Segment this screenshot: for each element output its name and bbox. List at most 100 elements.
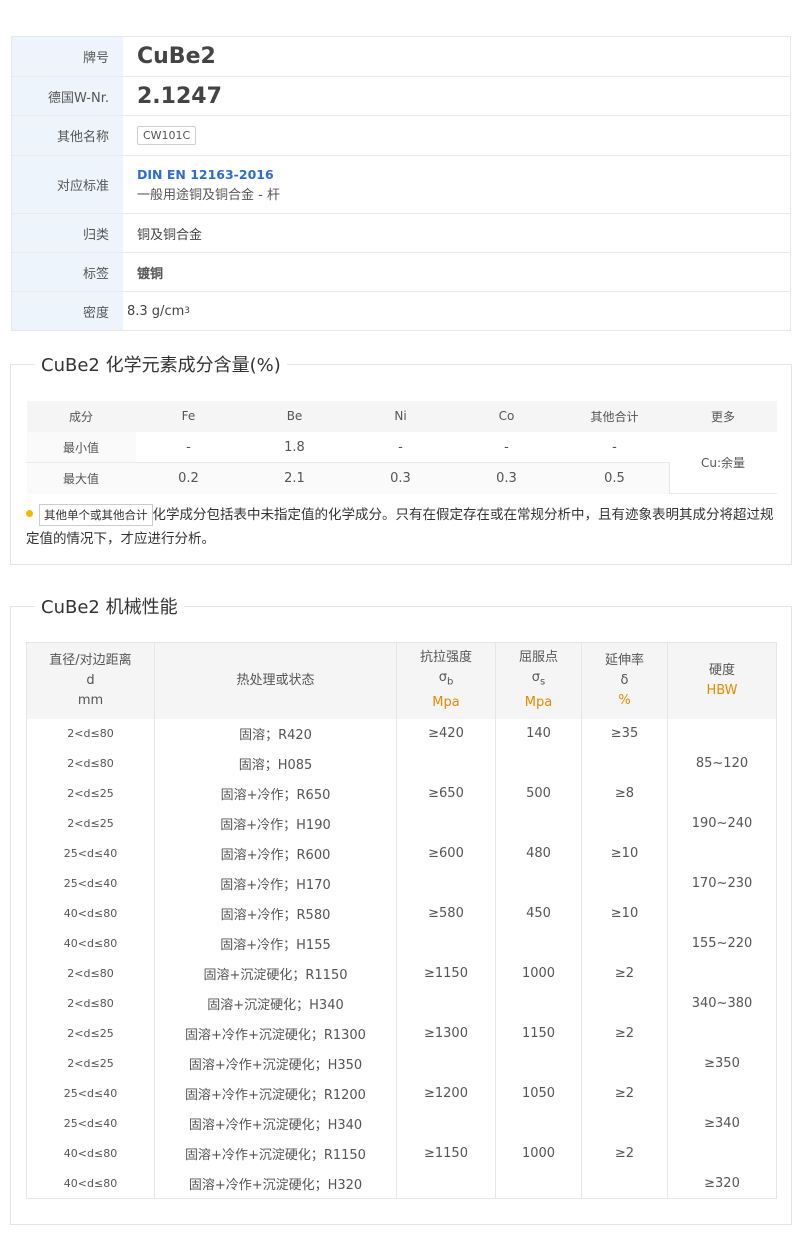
tensile-cell: ≥650 — [396, 778, 496, 809]
header-yield-sub: s — [540, 677, 546, 689]
density-value: 8.3 g/cm — [127, 303, 185, 319]
condition-cell: 固溶+沉淀硬化；R1150 — [154, 958, 397, 989]
chemical-composition-panel: CuBe2 化学元素成分含量(%) 成分 Fe Be Ni Co 其他合计 更多… — [10, 351, 792, 565]
chem-header: 其他合计 — [559, 400, 670, 432]
elongation-cell — [581, 1108, 668, 1139]
standard-description: 一般用途铜及铜合金 - 杆 — [137, 187, 280, 203]
condition-cell: 固溶+冷作；H190 — [154, 808, 397, 839]
diameter-cell: 2<d≤25 — [67, 817, 114, 830]
chemical-composition-title: CuBe2 化学元素成分含量(%) — [35, 351, 287, 377]
table-row: 2<d≤80 固溶；R420 ≥420 140 ≥35 — [27, 718, 777, 749]
tensile-cell: ≥1150 — [396, 1138, 496, 1169]
hardness-cell: ≥320 — [667, 1168, 777, 1199]
yield-cell: 500 — [495, 778, 582, 809]
chem-row-label: 最小值 — [26, 431, 136, 463]
standard-link[interactable]: DIN EN 12163-2016 — [137, 167, 274, 182]
info-row-class: 归类 铜及铜合金 — [12, 213, 790, 252]
condition-cell: 固溶；H085 — [154, 748, 397, 779]
table-row: 2<d≤80 固溶+沉淀硬化；H340 340~380 — [27, 988, 777, 1019]
info-row-grade: 牌号 CuBe2 — [12, 37, 790, 76]
condition-cell: 固溶+冷作+沉淀硬化；R1300 — [154, 1018, 397, 1049]
info-row-other-names: 其他名称 CW101C — [12, 115, 790, 155]
class-label: 归类 — [12, 214, 123, 252]
other-name-badge[interactable]: CW101C — [137, 126, 197, 145]
tensile-cell: ≥600 — [396, 838, 496, 869]
header-tensile-symbol: σ — [438, 670, 447, 686]
header-elongation: 延伸率 δ % — [581, 642, 668, 719]
diameter-cell: 2<d≤80 — [67, 757, 114, 770]
diameter-cell: 25<d≤40 — [63, 847, 118, 860]
table-row: 2<d≤80 固溶+沉淀硬化；R1150 ≥1150 1000 ≥2 — [27, 958, 777, 989]
condition-cell: 固溶+冷作；R600 — [154, 838, 397, 869]
bullet-dot-icon — [26, 509, 33, 517]
elongation-cell: ≥35 — [581, 718, 668, 749]
mechanical-properties-panel: CuBe2 机械性能 直径/对边距离 d mm 热处理或状态 抗拉强度 σb M… — [10, 593, 792, 1225]
header-diameter-unit: mm — [77, 692, 104, 708]
info-row-standard: 对应标准 DIN EN 12163-2016 一般用途铜及铜合金 - 杆 — [12, 155, 790, 213]
elongation-cell: ≥2 — [581, 958, 668, 989]
diameter-cell: 2<d≤80 — [67, 727, 114, 740]
chem-row-label: 最大值 — [26, 462, 136, 494]
tensile-cell — [396, 748, 496, 779]
chem-cell: 0.3 — [347, 462, 454, 494]
table-row: 2<d≤25 固溶+冷作；H190 190~240 — [27, 808, 777, 839]
tensile-cell — [396, 1048, 496, 1079]
table-row: 2<d≤25 固溶+冷作；R650 ≥650 500 ≥8 — [27, 778, 777, 809]
condition-cell: 固溶+冷作+沉淀硬化；H340 — [154, 1108, 397, 1139]
yield-cell: 1000 — [495, 958, 582, 989]
chem-header: 更多 — [669, 400, 777, 432]
diameter-cell: 2<d≤80 — [67, 967, 114, 980]
condition-cell: 固溶+冷作+沉淀硬化；H350 — [154, 1048, 397, 1079]
chem-more-value: Cu:余量 — [669, 431, 777, 494]
yield-cell — [495, 748, 582, 779]
header-hardness-unit: HBW — [706, 682, 738, 698]
tag-label: 标签 — [12, 253, 123, 291]
elongation-cell — [581, 928, 668, 959]
diameter-cell: 25<d≤40 — [63, 1087, 118, 1100]
table-row: 25<d≤40 固溶+冷作；H170 170~230 — [27, 868, 777, 899]
header-diameter: 直径/对边距离 d mm — [26, 642, 155, 719]
tag-value[interactable]: 镀铜 — [137, 263, 163, 282]
table-row: 2<d≤25 固溶+冷作+沉淀硬化；H350 ≥350 — [27, 1048, 777, 1079]
header-diameter-symbol: d — [86, 672, 95, 688]
chemical-composition-table: 成分 Fe Be Ni Co 其他合计 更多 最小值 - 1.8 - - - C… — [26, 400, 777, 494]
wnr-label: 德国W-Nr. — [12, 77, 123, 115]
yield-cell — [495, 1168, 582, 1199]
diameter-cell: 2<d≤25 — [67, 1027, 114, 1040]
chem-cell: 0.2 — [135, 462, 242, 494]
chem-header: Co — [453, 400, 560, 432]
condition-cell: 固溶；R420 — [154, 718, 397, 749]
table-row: 25<d≤40 固溶+冷作+沉淀硬化；R1200 ≥1200 1050 ≥2 — [27, 1078, 777, 1109]
tensile-cell — [396, 808, 496, 839]
mechanical-table-body: 2<d≤80 固溶；R420 ≥420 140 ≥35 2<d≤80 固溶；H085 85~1… — [27, 718, 777, 1199]
chem-cell: - — [453, 431, 560, 463]
table-row: 2<d≤25 固溶+冷作+沉淀硬化；R1300 ≥1300 1150 ≥2 — [27, 1018, 777, 1049]
tensile-cell — [396, 868, 496, 899]
elongation-cell — [581, 988, 668, 1019]
hardness-cell: 170~230 — [667, 868, 777, 899]
grade-value: CuBe2 — [137, 44, 216, 69]
yield-cell: 140 — [495, 718, 582, 749]
note-tag[interactable]: 其他单个或其他合计 — [39, 504, 153, 526]
header-elongation-label: 延伸率 — [604, 652, 644, 668]
header-yield: 屈服点 σs Mpa — [495, 642, 582, 719]
hardness-cell — [667, 1018, 777, 1049]
tensile-cell: ≥420 — [396, 718, 496, 749]
header-diameter-label: 直径/对边距离 — [49, 652, 132, 668]
header-tensile: 抗拉强度 σb Mpa — [396, 642, 496, 719]
chem-cell: - — [347, 431, 454, 463]
chem-cell: 0.5 — [559, 462, 670, 494]
yield-cell: 480 — [495, 838, 582, 869]
class-value: 铜及铜合金 — [137, 227, 203, 243]
condition-cell: 固溶+冷作+沉淀硬化；H320 — [154, 1168, 397, 1199]
chem-cell: - — [135, 431, 242, 463]
elongation-cell — [581, 1168, 668, 1199]
diameter-cell: 2<d≤80 — [67, 997, 114, 1010]
tensile-cell — [396, 1168, 496, 1199]
tensile-cell: ≥580 — [396, 898, 496, 929]
mechanical-properties-title: CuBe2 机械性能 — [35, 593, 184, 619]
header-tensile-sub: b — [446, 677, 454, 689]
diameter-cell: 25<d≤40 — [63, 1117, 118, 1130]
table-row: 40<d≤80 固溶+冷作；R580 ≥580 450 ≥10 — [27, 898, 777, 929]
other-names-label: 其他名称 — [12, 116, 123, 155]
